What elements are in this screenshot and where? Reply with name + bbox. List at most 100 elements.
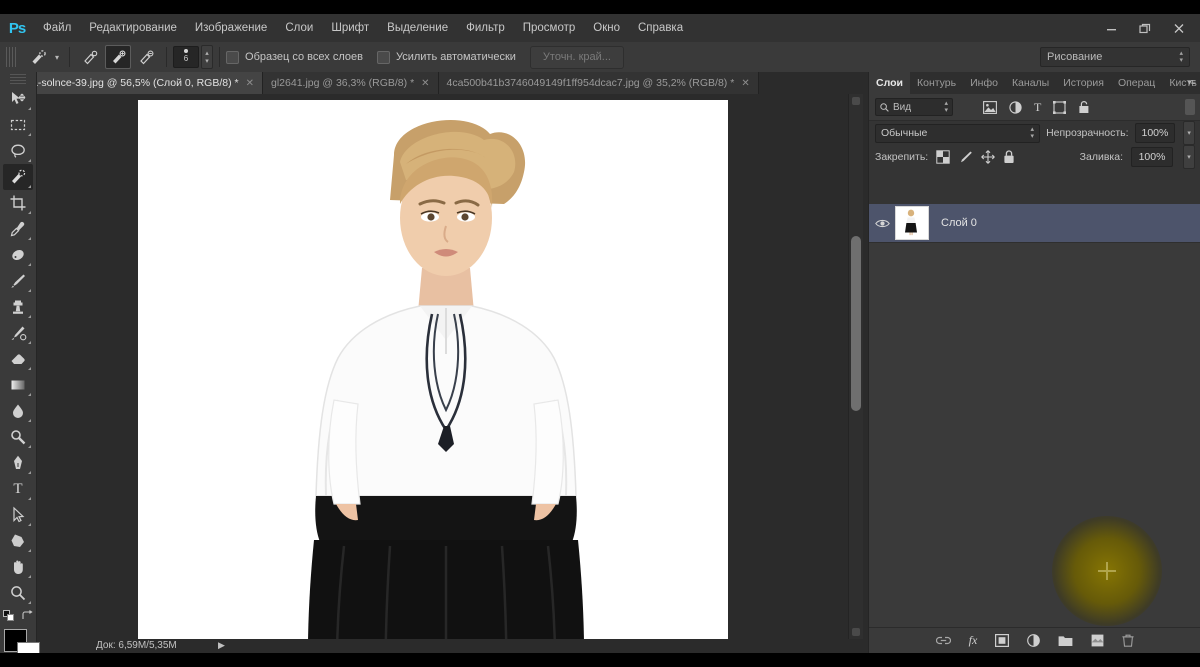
refine-edge-button[interactable]: Уточн. край... [529, 45, 624, 69]
brush-tool[interactable] [3, 268, 33, 294]
blend-mode-select[interactable]: Обычные ▴ ▾ [875, 123, 1041, 143]
panel-tab-channels[interactable]: Каналы [1005, 72, 1056, 94]
layer-filter-select[interactable]: Вид ▴ ▾ [875, 98, 953, 116]
menu-filter[interactable]: Фильтр [457, 14, 514, 42]
pen-tool[interactable] [3, 450, 33, 476]
layer-list[interactable]: Слой 0 [869, 204, 1200, 653]
crop-tool[interactable] [3, 190, 33, 216]
auto-enhance-option[interactable]: Усилить автоматически [376, 50, 516, 64]
delete-layer-button[interactable] [1122, 634, 1134, 647]
document-tab-3[interactable]: 4ca500b41b3746049149f1ff954dcac7.jpg @ 3… [438, 72, 759, 94]
rectangular-marquee-tool[interactable] [3, 112, 33, 138]
add-to-selection-button[interactable] [105, 45, 132, 69]
menu-layers[interactable]: Слои [276, 14, 322, 42]
move-tool[interactable] [3, 86, 33, 112]
menu-help[interactable]: Справка [629, 14, 692, 42]
panel-tab-actions[interactable]: Операц [1111, 72, 1162, 94]
panel-tab-history[interactable]: История [1056, 72, 1111, 94]
lock-transparent-pixels-icon[interactable] [936, 150, 950, 164]
zoom-tool[interactable] [3, 580, 33, 606]
path-selection-tool[interactable] [3, 502, 33, 528]
document-tab-3-close-icon[interactable]: ✕ [741, 78, 749, 89]
clone-stamp-tool[interactable] [3, 294, 33, 320]
restore-button[interactable] [1128, 17, 1162, 39]
document-canvas[interactable] [138, 100, 728, 639]
default-colors-icon[interactable] [2, 610, 16, 623]
document-tab-2[interactable]: gl2641.jpg @ 36,3% (RGB/8) * ✕ [263, 72, 439, 94]
image-filter-icon[interactable] [983, 100, 997, 114]
minimize-button[interactable] [1094, 17, 1128, 39]
panel-tab-layers[interactable]: Слои [869, 72, 910, 94]
menu-window[interactable]: Окно [584, 14, 629, 42]
filter-toggle-switch[interactable] [1185, 99, 1195, 115]
document-tab-2-close-icon[interactable]: ✕ [421, 78, 429, 89]
add-mask-button[interactable] [995, 634, 1010, 647]
menu-file[interactable]: Файл [34, 14, 80, 42]
type-tool[interactable]: T [3, 476, 33, 502]
lasso-tool[interactable] [3, 138, 33, 164]
layer-name[interactable]: Слой 0 [941, 217, 977, 229]
eyedropper-tool[interactable] [3, 216, 33, 242]
fill-slider-arrow-icon[interactable]: ▾ [1183, 145, 1195, 169]
fill-value[interactable]: 100% [1131, 147, 1173, 167]
options-bar-grip[interactable] [6, 47, 16, 67]
background-color-swatch[interactable] [17, 642, 40, 653]
history-brush-tool[interactable] [3, 320, 33, 346]
menu-view[interactable]: Просмотр [514, 14, 585, 42]
lock-image-pixels-icon[interactable] [958, 150, 973, 164]
smart-object-filter-icon[interactable] [1078, 100, 1091, 114]
layer-style-button[interactable]: fx [969, 633, 978, 648]
lock-position-icon[interactable] [981, 150, 995, 164]
shape-filter-icon[interactable] [1053, 100, 1067, 114]
brush-size-dropdown[interactable]: ▴ ▾ [201, 45, 214, 69]
auto-enhance-checkbox[interactable] [376, 50, 390, 64]
blur-tool[interactable] [3, 398, 33, 424]
document-tab-1-close-icon[interactable]: ✕ [246, 78, 254, 89]
close-button[interactable] [1162, 17, 1196, 39]
layers-panel: Слои Контурь Инфо Каналы История Операц … [868, 72, 1200, 653]
canvas-area[interactable] [36, 94, 868, 639]
menu-edit[interactable]: Редактирование [80, 14, 186, 42]
layer-visibility-eye-icon[interactable] [869, 218, 895, 229]
sample-all-layers-checkbox[interactable] [226, 50, 240, 64]
workspace-selector[interactable]: Рисование ▴ ▾ [1040, 47, 1190, 67]
vertical-scrollbar-thumb[interactable] [851, 236, 861, 411]
scroll-down-button[interactable] [852, 628, 860, 636]
type-filter-icon[interactable]: T [1034, 101, 1041, 113]
layer-thumbnail[interactable] [895, 206, 929, 240]
menu-type[interactable]: Шрифт [322, 14, 378, 42]
active-tool-preview[interactable]: ▾ [20, 45, 63, 69]
opacity-value[interactable]: 100% [1134, 123, 1176, 143]
panel-tab-info[interactable]: Инфо [963, 72, 1005, 94]
panel-tab-paths[interactable]: Контурь [910, 72, 963, 94]
adjustment-filter-icon[interactable] [1009, 100, 1022, 114]
spot-healing-brush-tool[interactable] [3, 242, 33, 268]
status-bar-expand-arrow-icon[interactable]: ▶ [218, 640, 225, 651]
hand-tool[interactable] [3, 554, 33, 580]
tools-panel-grip[interactable] [10, 74, 26, 84]
new-group-button[interactable] [1058, 635, 1073, 647]
dodge-tool[interactable] [3, 424, 33, 450]
subtract-from-selection-button[interactable] [133, 45, 159, 69]
brush-size-field[interactable]: 6 [173, 46, 200, 68]
canvas-vertical-scrollbar[interactable] [848, 94, 863, 639]
document-tab-1[interactable]: a-solnce-39.jpg @ 56,5% (Слой 0, RGB/8) … [24, 72, 263, 94]
new-selection-button[interactable] [77, 45, 103, 69]
new-layer-button[interactable] [1091, 634, 1104, 647]
layer-filter-icons: T [983, 100, 1091, 114]
link-layers-button[interactable] [935, 635, 951, 646]
opacity-slider-arrow-icon[interactable]: ▾ [1183, 121, 1195, 145]
adjustment-layer-button[interactable] [1027, 634, 1041, 647]
scroll-up-button[interactable] [852, 97, 860, 105]
table-row[interactable]: Слой 0 [869, 204, 1200, 243]
menu-image[interactable]: Изображение [186, 14, 276, 42]
eraser-tool[interactable] [3, 346, 33, 372]
gradient-tool[interactable] [3, 372, 33, 398]
menu-select[interactable]: Выделение [378, 14, 457, 42]
quick-selection-tool[interactable] [3, 164, 33, 190]
panel-menu-icon[interactable]: ▾≡ [1187, 77, 1196, 88]
swap-colors-icon[interactable] [21, 610, 34, 623]
sample-all-layers-option[interactable]: Образец со всех слоев [226, 50, 363, 64]
shape-tool[interactable] [3, 528, 33, 554]
lock-all-icon[interactable] [1003, 150, 1015, 164]
